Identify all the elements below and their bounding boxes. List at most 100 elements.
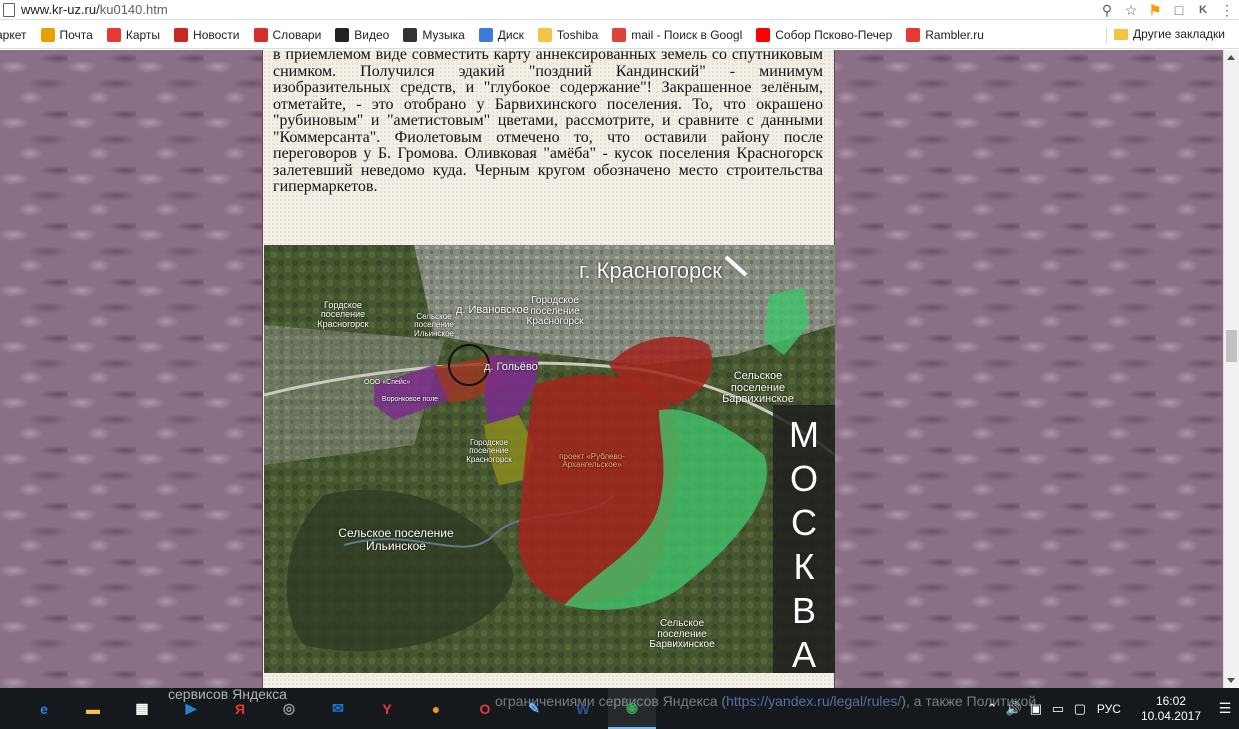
yandex-app-icon: Y [382,700,392,717]
bookmark-item[interactable]: Почта [40,27,93,42]
mail-app-taskbar-button[interactable]: ✉ [314,688,362,729]
url-text[interactable]: www.kr-uz.ru/ku0140.htm [21,2,168,17]
map-pin-icon [106,27,121,42]
dictionary-icon [253,27,268,42]
ghost-link[interactable]: https://yandex.ru/legal/rules/ [726,693,901,709]
url-host: www.kr-uz.ru/ [21,2,100,17]
bookmark-label: Диск [497,27,524,42]
rambler-icon [906,27,921,42]
odnoklassniki-taskbar-button[interactable]: ● [412,688,460,729]
bookmark-label: Toshiba [556,27,599,42]
other-bookmarks[interactable]: Другие закладки [1114,27,1225,41]
bookmark-label: Карты [125,27,161,42]
bookmark-label: mail - Поиск в Googl [631,27,743,42]
news-icon [174,27,189,42]
mail-icon [40,27,55,42]
address-bar[interactable]: www.kr-uz.ru/ku0140.htm ⚲ ☆ ⚑ □ K ⋮ [0,0,1239,20]
bookmark-item[interactable]: Словари [253,27,321,42]
yandex-icon [756,27,771,42]
bookmark-item[interactable]: Видео [335,27,390,42]
notifications-icon[interactable]: ☰ [1211,700,1239,717]
bookmark-item[interactable]: аркет [0,28,27,42]
menu-icon[interactable]: ⋮ [1215,1,1239,19]
moskva-letters: МОСКВА [773,413,835,673]
map-label-sp-ilinskoe-top: Сельское поселение Ильинское [414,312,454,338]
video-icon [335,27,350,42]
opera-taskbar-button[interactable]: O [461,688,509,729]
folder-icon [1114,28,1129,40]
map-label-gp-krasnogorsk-top: Городское поселение Красногорск [526,295,584,327]
map-label-gp-krasnogorsk-mid: Городское поселение Красногорск [466,438,512,464]
map-label-voronkovo: Воронковое поле [381,396,439,403]
article-panel: в приемлемом виде совместить карту аннек… [262,50,835,688]
k-extension-icon[interactable]: K [1191,1,1215,19]
page-viewport: в приемлемом виде совместить карту аннек… [0,50,1223,688]
clock[interactable]: 16:02 10.04.2017 [1141,694,1201,724]
battery-icon[interactable]: ▭ [1047,701,1069,717]
app-circle-icon: ◎ [282,700,296,716]
address-bar-actions: ⚲ ☆ ⚑ □ K ⋮ [1095,0,1239,20]
yandex-app-taskbar-button[interactable]: Y [363,688,411,729]
edge-icon: e [40,700,48,717]
other-bookmarks-label: Другие закладки [1133,27,1225,41]
bookmark-label: Почта [59,27,93,42]
bookmark-item[interactable]: Toshiba [537,27,599,42]
moskva-letter: А [791,634,816,673]
moskva-letter: С [791,502,817,543]
scroll-up-arrow-icon[interactable] [1227,55,1235,60]
media-player-icon: ▶ [185,700,197,716]
extension-icon[interactable]: □ [1167,1,1191,19]
vertical-scrollbar[interactable] [1223,50,1239,688]
input-language[interactable]: РУС [1097,702,1121,716]
bookmark-item[interactable]: mail - Поиск в Googl [612,27,743,42]
windows-taskbar: сервисов Яндекса ограничениями сервисов … [0,686,1239,729]
google-icon [612,27,627,42]
map-label-krasnogorsk-city: г. Красногорск [579,258,722,283]
paint-icon: ✎ [528,700,540,716]
paint-taskbar-button[interactable]: ✎ [510,688,558,729]
opera-icon: O [479,700,491,717]
bookmark-item[interactable]: Карты [106,27,161,42]
display-icon[interactable]: ▢ [1069,701,1091,717]
moskva-label-band: МОСКВА [773,405,835,673]
volume-icon[interactable]: 🔊 [1003,701,1025,717]
yandex-browser-taskbar-button[interactable]: Я [216,688,264,729]
star-icon[interactable]: ☆ [1119,1,1143,19]
media-player-taskbar-button[interactable]: ▶ [167,688,215,729]
moskva-letter: О [789,458,818,499]
word-icon: W [576,700,590,717]
show-hidden-icons-icon[interactable]: ⌃ [981,701,1003,717]
word-taskbar-button[interactable]: W [559,688,607,729]
bookmark-item[interactable]: Собор Псково-Печер [756,27,892,42]
store-taskbar-button[interactable]: ▦ [118,688,166,729]
file-explorer-taskbar-button[interactable]: ▬ [69,688,117,729]
bookmark-label: Видео [354,27,390,42]
disk-icon [478,27,493,42]
bookmark-item[interactable]: Новости [174,27,240,42]
search-icon[interactable]: ⚲ [1095,1,1119,19]
system-tray: ⌃ 🔊 ▣ ▭ ▢ РУС 16:02 10.04.2017 ☰ [981,688,1239,729]
yandex-flag-icon[interactable]: ⚑ [1143,1,1167,19]
scroll-thumb[interactable] [1226,330,1237,362]
scroll-down-arrow-icon[interactable] [1227,678,1235,683]
map-label-golyevo: д. Гольёво [484,361,538,373]
map-label-sp-ilinskoe-bottom: Сельское поселение Ильинское [338,526,454,553]
bookmark-item[interactable]: Rambler.ru [906,27,984,42]
moskva-letter: В [791,590,816,631]
bookmark-item[interactable]: Диск [478,27,524,42]
app-circle-taskbar-button[interactable]: ◎ [265,688,313,729]
chrome-taskbar-button[interactable]: ◉ [608,688,656,729]
map-label-ooo-speis: ООО «Спейс» [364,379,411,386]
network-icon[interactable]: ▣ [1025,701,1047,717]
edge-taskbar-button[interactable]: e [20,688,68,729]
map-label-ivanovskoe: д. Ивановское [456,304,529,316]
folder-icon [537,27,552,42]
bookmarks-bar: аркет Почта Карты Новости Словари Видео Музыка… [0,21,1239,49]
moskva-letter: М [789,414,819,455]
bookmark-label: Новости [193,27,240,42]
chrome-icon: ◉ [625,699,639,715]
map-label-sp-barvikha-bottom: Сельское поселение Барвихинское [649,618,715,650]
file-explorer-icon: ▬ [86,700,100,717]
bookmark-label: Rambler.ru [925,27,984,42]
bookmark-item[interactable]: Музыка [403,27,465,42]
